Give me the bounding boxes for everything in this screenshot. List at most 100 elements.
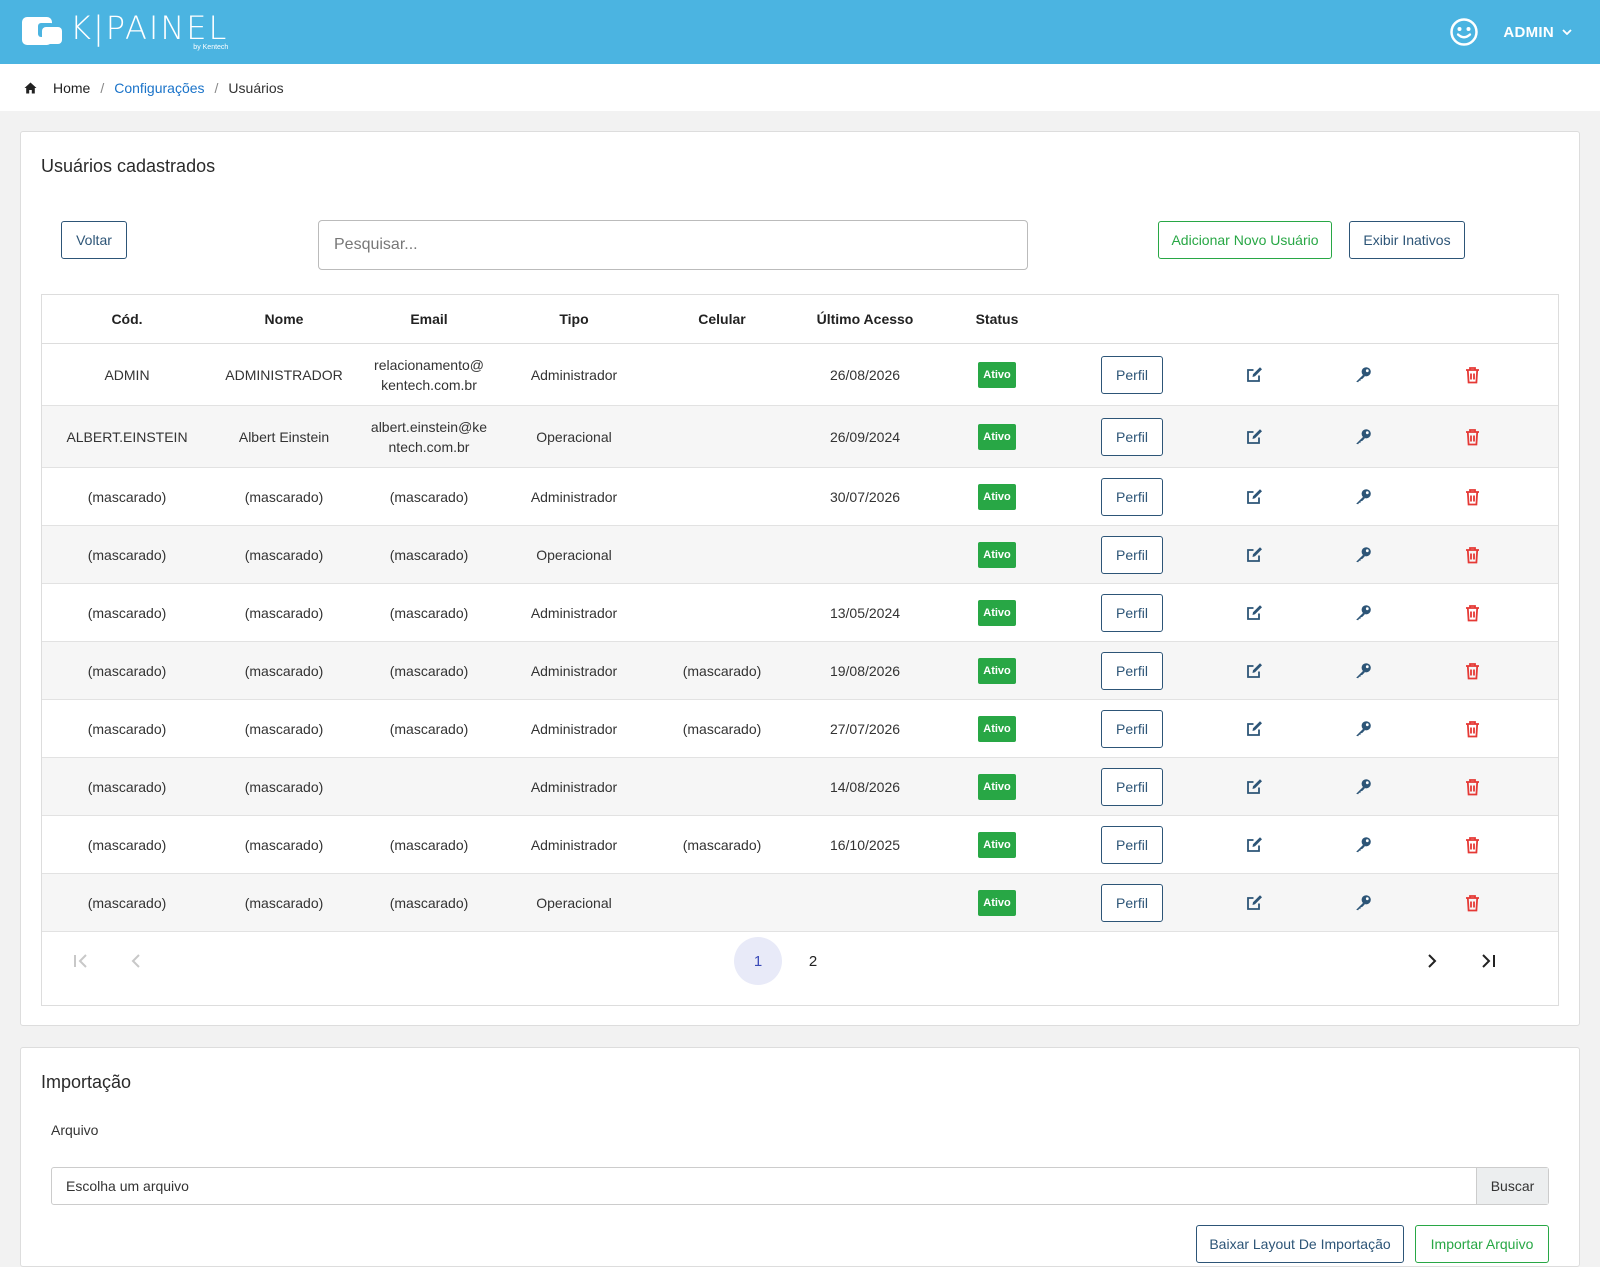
add-user-button[interactable]: Adicionar Novo Usuário <box>1158 221 1332 259</box>
cell-name: (mascarado) <box>244 488 324 505</box>
profile-button[interactable]: Perfil <box>1101 825 1163 864</box>
show-inactive-button[interactable]: Exibir Inativos <box>1349 221 1465 259</box>
trash-icon[interactable] <box>1462 427 1482 447</box>
edit-icon[interactable] <box>1244 427 1264 447</box>
profile-button[interactable]: Perfil <box>1101 651 1163 690</box>
cell-action <box>1353 700 1373 757</box>
back-button[interactable]: Voltar <box>61 221 127 259</box>
trash-icon[interactable] <box>1462 487 1482 507</box>
trash-icon[interactable] <box>1462 893 1482 913</box>
cell-action <box>1244 406 1264 467</box>
key-icon[interactable] <box>1353 545 1373 565</box>
edit-icon[interactable] <box>1244 661 1264 681</box>
edit-icon[interactable] <box>1244 603 1264 623</box>
profile-button[interactable]: Perfil <box>1101 535 1163 574</box>
breadcrumb-separator: / <box>214 79 219 96</box>
top-bar: K|PAINEL by Kentech ADMIN <box>0 0 1600 64</box>
edit-icon[interactable] <box>1244 835 1264 855</box>
cell-action <box>1244 758 1264 815</box>
cell-code: ADMIN <box>104 366 150 383</box>
cell-email: (mascarado) <box>389 604 469 621</box>
edit-icon[interactable] <box>1244 893 1264 913</box>
key-icon[interactable] <box>1353 893 1373 913</box>
cell-action <box>1353 874 1373 931</box>
breadcrumb-home[interactable]: Home <box>53 80 90 96</box>
cell-last-access <box>802 874 928 931</box>
status-badge: Ativo <box>978 657 1016 684</box>
edit-icon[interactable] <box>1244 487 1264 507</box>
browse-button[interactable]: Buscar <box>1476 1168 1548 1204</box>
cell-status: Ativo <box>962 642 1032 699</box>
key-icon[interactable] <box>1353 427 1373 447</box>
profile-button[interactable]: Perfil <box>1101 709 1163 748</box>
column-header-status[interactable]: Status <box>967 295 1027 344</box>
status-badge: Ativo <box>978 831 1016 858</box>
last-page-button[interactable] <box>1464 937 1512 985</box>
edit-icon[interactable] <box>1244 545 1264 565</box>
table-row: (mascarado) (mascarado) (mascarado) Adminis… <box>42 584 1558 642</box>
key-icon[interactable] <box>1353 835 1373 855</box>
profile-button[interactable]: Perfil <box>1101 477 1163 516</box>
column-header-code[interactable]: Cód. <box>62 295 192 344</box>
profile-button[interactable]: Perfil <box>1101 767 1163 806</box>
table-row: ALBERT.EINSTEIN Albert Einstein albert.ein… <box>42 406 1558 468</box>
cell-status: Ativo <box>962 874 1032 931</box>
key-icon[interactable] <box>1353 661 1373 681</box>
cell-status: Ativo <box>962 344 1032 405</box>
cell-phone <box>662 584 782 641</box>
breadcrumb: Home / Configurações / Usuários <box>0 64 1600 111</box>
cell-profile: Perfil <box>1092 584 1172 641</box>
cell-phone <box>662 468 782 525</box>
trash-icon[interactable] <box>1462 719 1482 739</box>
import-card: Importação Arquivo Escolha um arquivo Bu… <box>20 1047 1580 1267</box>
trash-icon[interactable] <box>1462 835 1482 855</box>
cell-code: (mascarado) <box>87 546 167 563</box>
column-header-type[interactable]: Tipo <box>522 295 626 344</box>
key-icon[interactable] <box>1353 487 1373 507</box>
chevron-left-icon <box>131 954 140 968</box>
cell-email <box>364 758 494 815</box>
column-header-last-access[interactable]: Último Acesso <box>797 295 933 344</box>
next-page-button[interactable] <box>1408 937 1456 985</box>
cell-phone: (mascarado) <box>682 662 762 679</box>
profile-button[interactable]: Perfil <box>1101 355 1163 394</box>
column-header-phone[interactable]: Celular <box>667 295 777 344</box>
trash-icon[interactable] <box>1462 661 1482 681</box>
page-2-button[interactable]: 2 <box>789 937 837 985</box>
table-row: (mascarado) (mascarado) Administrador 14/08… <box>42 758 1558 816</box>
first-page-button[interactable] <box>57 937 105 985</box>
edit-icon[interactable] <box>1244 777 1264 797</box>
key-icon[interactable] <box>1353 777 1373 797</box>
profile-button[interactable]: Perfil <box>1101 883 1163 922</box>
previous-page-button[interactable] <box>112 937 160 985</box>
breadcrumb-configuracoes[interactable]: Configurações <box>114 80 204 96</box>
trash-icon[interactable] <box>1462 365 1482 385</box>
search-input[interactable] <box>318 220 1028 270</box>
edit-icon[interactable] <box>1244 365 1264 385</box>
user-menu[interactable]: ADMIN <box>1449 14 1572 50</box>
download-layout-button[interactable]: Baixar Layout De Importação <box>1196 1225 1404 1263</box>
profile-button[interactable]: Perfil <box>1101 417 1163 456</box>
import-file-button[interactable]: Importar Arquivo <box>1415 1225 1549 1263</box>
home-icon[interactable] <box>24 82 37 94</box>
key-icon[interactable] <box>1353 719 1373 739</box>
column-header-email[interactable]: Email <box>364 295 494 344</box>
cell-action <box>1462 584 1482 641</box>
page-1-button[interactable]: 1 <box>734 937 782 985</box>
key-icon[interactable] <box>1353 365 1373 385</box>
cell-code: (mascarado) <box>87 604 167 621</box>
cell-phone <box>662 406 782 467</box>
profile-button[interactable]: Perfil <box>1101 593 1163 632</box>
trash-icon[interactable] <box>1462 777 1482 797</box>
cell-action <box>1353 344 1373 405</box>
column-header-name[interactable]: Nome <box>222 295 346 344</box>
logo[interactable]: K|PAINEL by Kentech <box>20 10 228 54</box>
trash-icon[interactable] <box>1462 603 1482 623</box>
file-input-text[interactable]: Escolha um arquivo <box>52 1168 1476 1204</box>
file-input[interactable]: Escolha um arquivo Buscar <box>51 1167 1549 1205</box>
cell-profile: Perfil <box>1092 758 1172 815</box>
trash-icon[interactable] <box>1462 545 1482 565</box>
cell-action <box>1353 468 1373 525</box>
key-icon[interactable] <box>1353 603 1373 623</box>
edit-icon[interactable] <box>1244 719 1264 739</box>
